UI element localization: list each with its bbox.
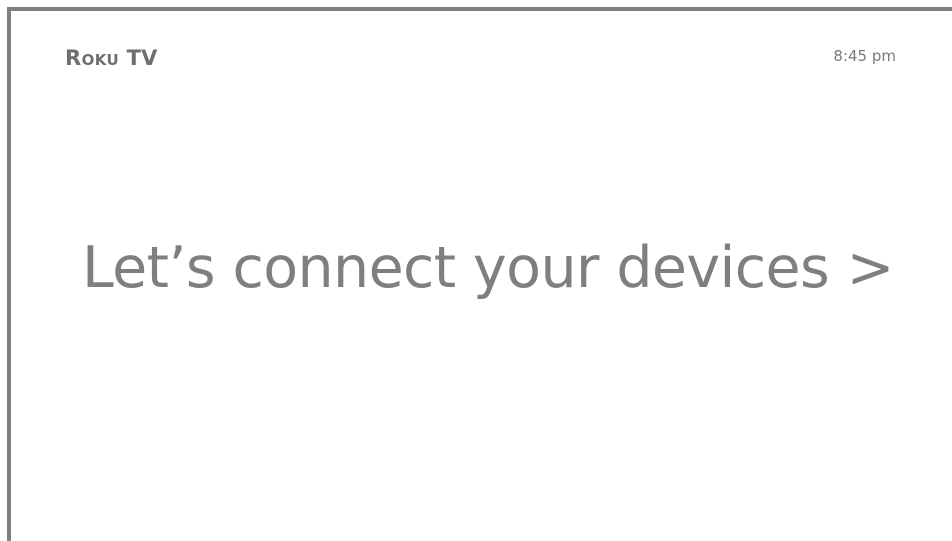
screen-frame-top	[7, 7, 952, 11]
tv-wordmark: TV	[126, 46, 158, 70]
clock: 8:45 pm	[833, 47, 896, 65]
tv-setup-screen: Roku TV 8:45 pm Let’s connect your devic…	[0, 0, 952, 541]
roku-tv-logo: Roku TV	[65, 44, 158, 72]
connect-devices-prompt[interactable]: Let’s connect your devices >	[82, 230, 894, 306]
roku-wordmark: Roku	[65, 46, 120, 70]
screen-frame-left	[7, 7, 11, 541]
